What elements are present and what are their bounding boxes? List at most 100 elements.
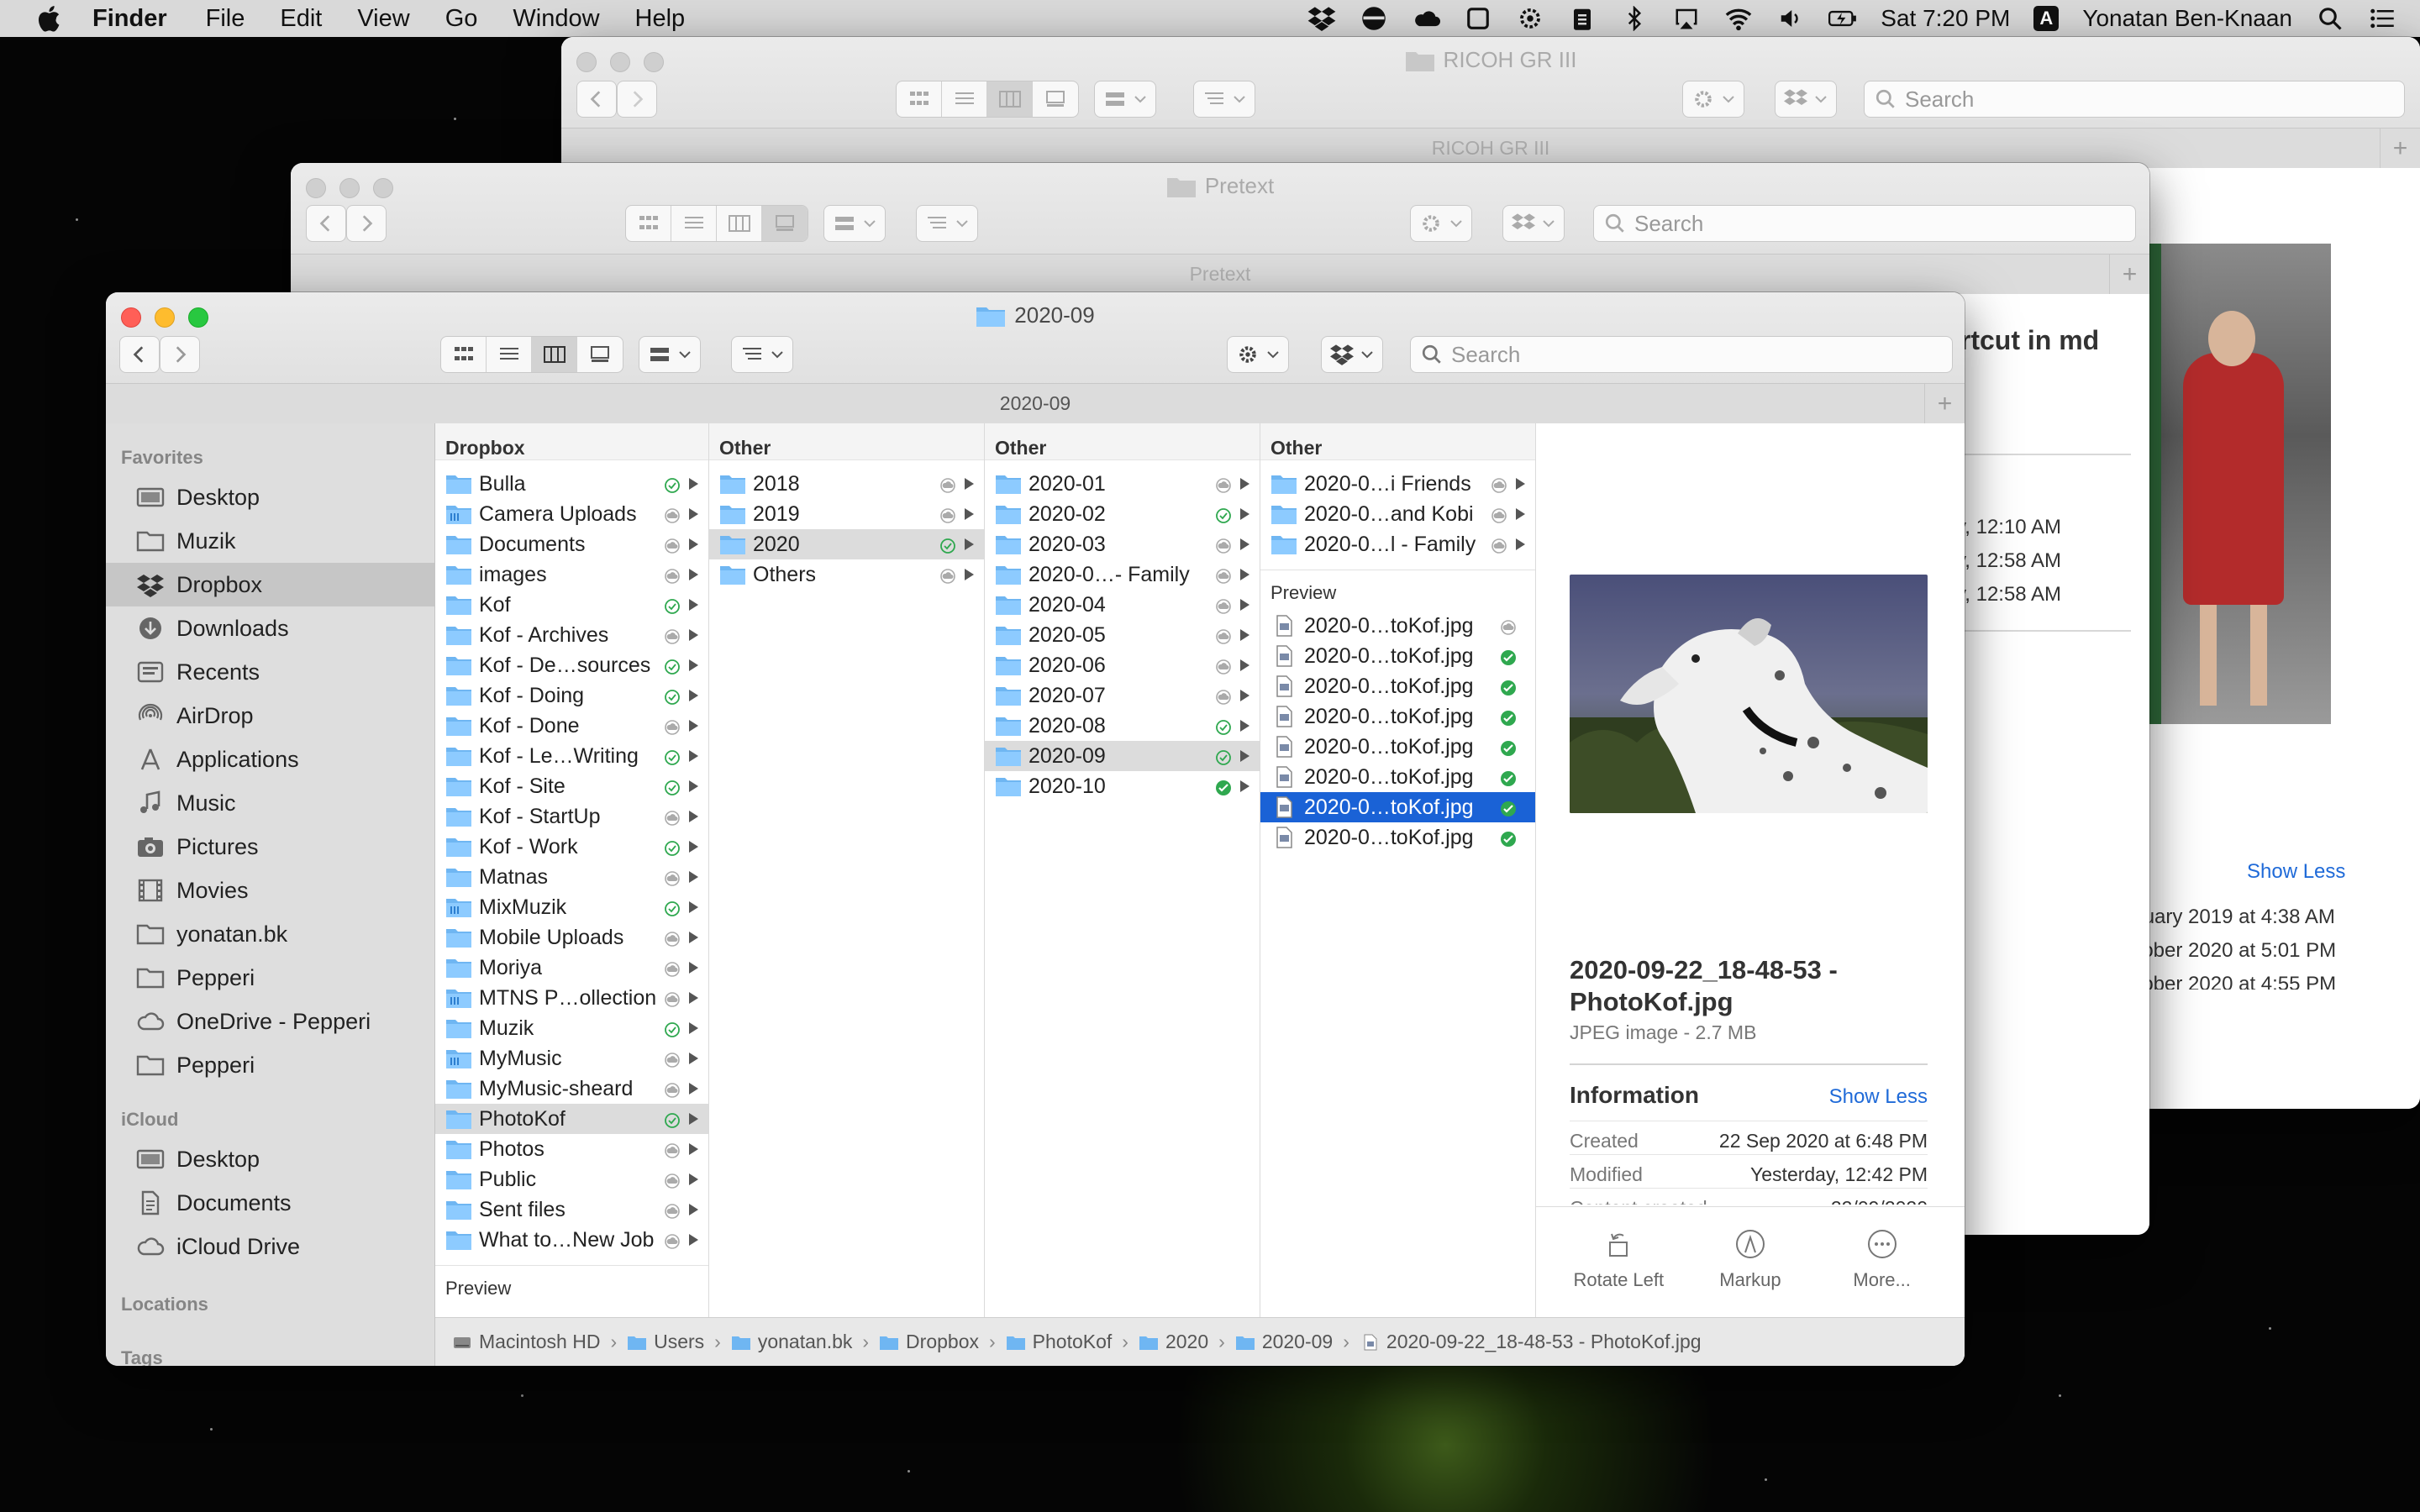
list-view-button[interactable]: [942, 81, 987, 117]
input-source-badge[interactable]: A: [2033, 6, 2060, 31]
list-view-button[interactable]: [671, 206, 717, 241]
folder-row[interactable]: MyMusic: [435, 1043, 708, 1074]
folder-row[interactable]: What to…New Job: [435, 1225, 708, 1255]
folder-row[interactable]: Photos: [435, 1134, 708, 1164]
forward-button[interactable]: [346, 205, 387, 242]
sidebar-item-desktop[interactable]: Desktop: [106, 1137, 434, 1181]
folder-row[interactable]: MixMuzik: [435, 892, 708, 922]
dropbox-dropdown[interactable]: [1502, 205, 1565, 242]
breadcrumb-item[interactable]: Macintosh HD: [452, 1331, 600, 1353]
folder-row[interactable]: 2020-07: [985, 680, 1260, 711]
folder-row[interactable]: Kof: [435, 590, 708, 620]
menu-app-name[interactable]: Finder: [92, 5, 167, 33]
folder-row[interactable]: PhotoKof: [435, 1104, 708, 1134]
file-row[interactable]: 2020-0…toKof.jpg: [1260, 732, 1535, 762]
show-less-link[interactable]: Show Less: [1823, 1085, 1928, 1109]
file-row[interactable]: 2020-0…toKof.jpg: [1260, 701, 1535, 732]
folder-row[interactable]: 2020-0…l - Family: [1260, 529, 1535, 559]
sort-dropdown[interactable]: [916, 205, 978, 242]
group-by-dropdown[interactable]: [639, 336, 701, 373]
folder-row[interactable]: Kof - Doing: [435, 680, 708, 711]
notification-center-icon[interactable]: [2368, 6, 2396, 31]
breadcrumb-item[interactable]: yonatan.bk: [731, 1331, 852, 1353]
breadcrumb-item[interactable]: 2020-09: [1235, 1331, 1333, 1353]
folder-row[interactable]: 2020-03: [985, 529, 1260, 559]
folder-row[interactable]: 2019: [709, 499, 984, 529]
folder-row[interactable]: 2020-02: [985, 499, 1260, 529]
group-by-dropdown[interactable]: [1094, 81, 1156, 118]
folder-row[interactable]: Documents: [435, 529, 708, 559]
folder-row[interactable]: Public: [435, 1164, 708, 1194]
folder-row[interactable]: 2018: [709, 469, 984, 499]
sidebar-item-yonatan-bk[interactable]: yonatan.bk: [106, 912, 434, 956]
sidebar-section-tags[interactable]: Tags: [106, 1322, 434, 1366]
breadcrumb-item[interactable]: PhotoKof: [1006, 1331, 1112, 1353]
breadcrumb-item[interactable]: 2020-09-22_18-48-53 - PhotoKof.jpg: [1360, 1331, 1702, 1353]
dropbox-status-icon[interactable]: [1307, 6, 1336, 31]
apple-menu-icon[interactable]: [34, 3, 62, 34]
folder-row[interactable]: Kof - Done: [435, 711, 708, 741]
sidebar-item-recents[interactable]: Recents: [106, 650, 434, 694]
bluetooth-icon[interactable]: [1620, 6, 1649, 31]
dropbox-dropdown[interactable]: [1775, 81, 1837, 118]
folder-row[interactable]: images: [435, 559, 708, 590]
gallery-view-button[interactable]: [577, 337, 623, 372]
folder-row[interactable]: Moriya: [435, 953, 708, 983]
folder-row[interactable]: 2020: [709, 529, 984, 559]
gallery-view-button[interactable]: [762, 206, 808, 241]
status-circle-icon[interactable]: [1360, 6, 1388, 31]
folder-row[interactable]: Others: [709, 559, 984, 590]
folder-row[interactable]: Matnas: [435, 862, 708, 892]
folder-row[interactable]: Muzik: [435, 1013, 708, 1043]
sidebar-item-desktop[interactable]: Desktop: [106, 475, 434, 519]
sidebar-item-applications[interactable]: Applications: [106, 738, 434, 781]
sidebar-item-movies[interactable]: Movies: [106, 869, 434, 912]
menu-go[interactable]: Go: [445, 5, 478, 33]
show-less-link[interactable]: Show Less: [2247, 860, 2345, 884]
menu-file[interactable]: File: [206, 5, 245, 33]
window-square-icon[interactable]: [1464, 6, 1492, 31]
folder-row[interactable]: 2020-01: [985, 469, 1260, 499]
sort-dropdown[interactable]: [1193, 81, 1255, 118]
file-row[interactable]: 2020-0…toKof.jpg: [1260, 762, 1535, 792]
menu-view[interactable]: View: [357, 5, 409, 33]
folder-row[interactable]: Kof - Archives: [435, 620, 708, 650]
file-row[interactable]: 2020-0…toKof.jpg: [1260, 822, 1535, 853]
folder-row[interactable]: Kof - Site: [435, 771, 708, 801]
menu-window[interactable]: Window: [513, 5, 599, 33]
folder-row[interactable]: 2020-08: [985, 711, 1260, 741]
folder-row[interactable]: 2020-05: [985, 620, 1260, 650]
airplay-icon[interactable]: [1672, 6, 1701, 31]
sidebar-item-dropbox[interactable]: Dropbox: [106, 563, 434, 606]
back-button[interactable]: [576, 81, 617, 118]
folder-row[interactable]: Camera Uploads: [435, 499, 708, 529]
icon-view-button[interactable]: [626, 206, 671, 241]
folder-row[interactable]: MyMusic-sheard: [435, 1074, 708, 1104]
folder-row[interactable]: Kof - StartUp: [435, 801, 708, 832]
sidebar-section-locations[interactable]: Locations: [106, 1268, 434, 1322]
spotlight-search-icon[interactable]: [2316, 6, 2344, 31]
file-row[interactable]: 2020-0…toKof.jpg: [1260, 671, 1535, 701]
action-gear-dropdown[interactable]: [1682, 81, 1744, 118]
add-tab-button[interactable]: +: [2380, 128, 2420, 169]
search-input[interactable]: Search: [1593, 205, 2136, 242]
search-input[interactable]: Search: [1864, 81, 2405, 118]
column-view-button[interactable]: [717, 206, 762, 241]
action-gear-dropdown[interactable]: [1410, 205, 1472, 242]
column-view-button[interactable]: [532, 337, 577, 372]
folder-row[interactable]: Kof - De…sources: [435, 650, 708, 680]
folder-row[interactable]: Bulla: [435, 469, 708, 499]
markup-button[interactable]: Markup: [1691, 1227, 1809, 1317]
column-view-button[interactable]: [987, 81, 1033, 117]
forward-button[interactable]: [617, 81, 657, 118]
folder-row[interactable]: 2020-04: [985, 590, 1260, 620]
sidebar-item-onedrive-pepperi[interactable]: OneDrive - Pepperi: [106, 1000, 434, 1043]
folder-row[interactable]: 2020-0…and Kobi: [1260, 499, 1535, 529]
column-dropbox[interactable]: Dropbox Bulla Camera Uploads Documents imag…: [435, 423, 709, 1317]
file-row[interactable]: 2020-0…toKof.jpg: [1260, 641, 1535, 671]
folder-row[interactable]: 2020-0…i Friends: [1260, 469, 1535, 499]
menu-help[interactable]: Help: [635, 5, 686, 33]
folder-row[interactable]: 2020-06: [985, 650, 1260, 680]
photo-preview-dog[interactable]: [1570, 575, 1928, 813]
sort-dropdown[interactable]: [731, 336, 793, 373]
